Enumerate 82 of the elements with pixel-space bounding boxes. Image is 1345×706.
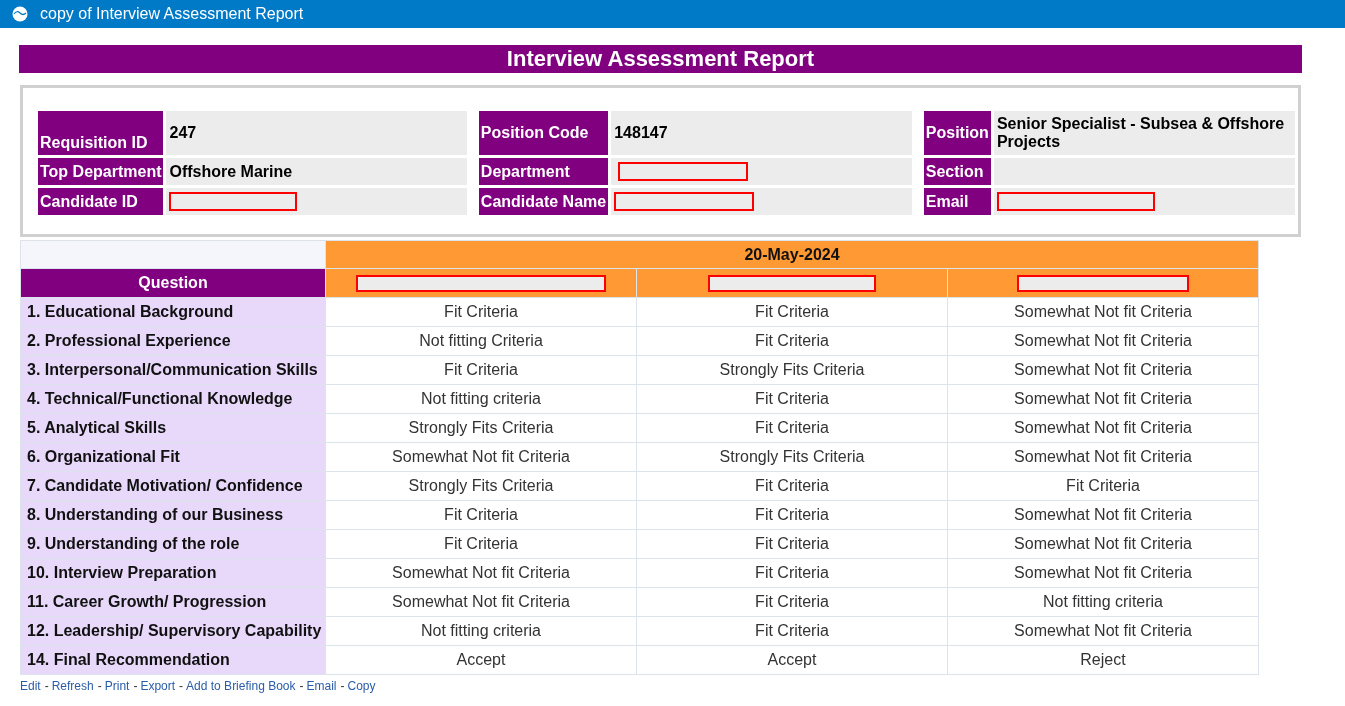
rating-cell: Fit Criteria — [636, 587, 948, 617]
report-title: Interview Assessment Report — [19, 45, 1302, 73]
footer-link[interactable]: Refresh — [51, 677, 94, 695]
rating-cell: Strongly Fits Criteria — [636, 355, 948, 385]
rating-cell: Strongly Fits Criteria — [325, 471, 637, 501]
field-label: Requisition ID — [38, 111, 164, 155]
rating-cell: Not fitting Criteria — [325, 326, 637, 356]
rating-cell: Somewhat Not fit Criteria — [947, 558, 1259, 588]
rating-cell: Accept — [636, 645, 948, 675]
question-cell: 12. Leadership/ Supervisory Capability — [20, 616, 326, 646]
date-header: 20-May-2024 — [325, 240, 1259, 269]
column-header: Question — [20, 268, 326, 298]
rating-cell: Somewhat Not fit Criteria — [947, 413, 1259, 443]
separator: - — [44, 678, 49, 695]
field-label: Section — [923, 158, 991, 185]
field-label: Department — [478, 158, 609, 185]
rating-cell: Fit Criteria — [636, 413, 948, 443]
rating-cell: Somewhat Not fit Criteria — [947, 384, 1259, 414]
rating-cell: Reject — [947, 645, 1259, 675]
rating-cell: Not fitting criteria — [325, 616, 637, 646]
rating-cell: Fit Criteria — [636, 384, 948, 414]
rating-cell: Somewhat Not fit Criteria — [947, 297, 1259, 327]
field-label: Position Code — [478, 111, 609, 155]
field-value: Offshore Marine — [169, 162, 293, 180]
separator: - — [299, 678, 304, 695]
field-label: Candidate Name — [478, 188, 609, 215]
separator: - — [97, 678, 102, 695]
rating-cell: Somewhat Not fit Criteria — [325, 587, 637, 617]
rating-cell: Fit Criteria — [325, 500, 637, 530]
question-cell: 3. Interpersonal/Communication Skills — [20, 355, 326, 385]
footer-link[interactable]: Export — [140, 677, 176, 695]
rating-cell: Fit Criteria — [636, 297, 948, 327]
rating-cell: Somewhat Not fit Criteria — [947, 326, 1259, 356]
question-cell: 11. Career Growth/ Progression — [20, 587, 326, 617]
rating-cell: Fit Criteria — [636, 529, 948, 559]
rating-cell: Fit Criteria — [947, 471, 1259, 501]
rating-cell: Fit Criteria — [325, 297, 637, 327]
question-cell: 9. Understanding of the role — [20, 529, 326, 559]
question-cell: 6. Organizational Fit — [20, 442, 326, 472]
question-cell: 4. Technical/Functional Knowledge — [20, 384, 326, 414]
separator: - — [340, 678, 345, 695]
question-cell: 7. Candidate Motivation/ Confidence — [20, 471, 326, 501]
field-label: Candidate ID — [38, 188, 164, 215]
footer-link[interactable]: Copy — [347, 677, 376, 695]
rating-cell: Somewhat Not fit Criteria — [947, 355, 1259, 385]
rating-cell: Not fitting criteria — [325, 384, 637, 414]
app-title: copy of Interview Assessment Report — [40, 4, 304, 24]
field-label: Position — [923, 111, 991, 155]
footer-link[interactable]: Email — [306, 677, 337, 695]
footer-link[interactable]: Edit — [20, 677, 41, 695]
separator: - — [179, 678, 184, 695]
rating-cell: Somewhat Not fit Criteria — [325, 558, 637, 588]
rating-cell: Fit Criteria — [636, 471, 948, 501]
question-cell: 2. Professional Experience — [20, 326, 326, 356]
footer-link[interactable]: Add to Briefing Book — [186, 677, 296, 695]
question-cell: 14. Final Recommendation — [20, 645, 326, 675]
rating-cell: Somewhat Not fit Criteria — [947, 442, 1259, 472]
rating-cell: Strongly Fits Criteria — [636, 442, 948, 472]
field-label: Email — [923, 188, 991, 215]
rating-cell: Fit Criteria — [636, 326, 948, 356]
field-label: Top Department — [38, 158, 164, 185]
separator: - — [133, 678, 138, 695]
rating-cell: Fit Criteria — [636, 500, 948, 530]
question-cell: 10. Interview Preparation — [20, 558, 326, 588]
question-cell: 5. Analytical Skills — [20, 413, 326, 443]
field-value: Senior Specialist - Subsea & Offshore Projects — [996, 115, 1285, 150]
rating-cell: Not fitting criteria — [947, 587, 1259, 617]
rating-cell: Somewhat Not fit Criteria — [947, 529, 1259, 559]
question-cell: 8. Understanding of our Business — [20, 500, 326, 530]
rating-cell: Strongly Fits Criteria — [325, 413, 637, 443]
rating-cell: Somewhat Not fit Criteria — [947, 616, 1259, 646]
question-cell: 1. Educational Background — [20, 297, 326, 327]
rating-cell: Fit Criteria — [325, 355, 637, 385]
footer-link[interactable]: Print — [104, 677, 130, 695]
rating-cell: Fit Criteria — [636, 558, 948, 588]
field-value: 148147 — [614, 124, 668, 141]
rating-cell: Somewhat Not fit Criteria — [947, 500, 1259, 530]
rating-cell: Fit Criteria — [325, 529, 637, 559]
rating-cell: Fit Criteria — [636, 616, 948, 646]
rating-cell: Somewhat Not fit Criteria — [325, 442, 637, 472]
field-value: 247 — [169, 124, 197, 141]
rating-cell: Accept — [325, 645, 637, 675]
